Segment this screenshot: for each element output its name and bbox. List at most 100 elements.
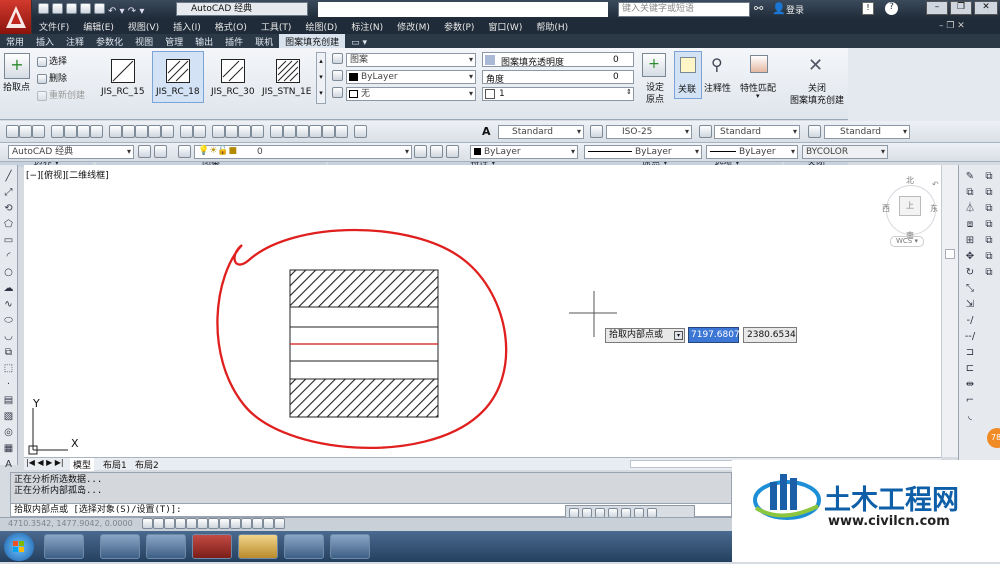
- start-button[interactable]: [4, 533, 34, 561]
- recreate-button[interactable]: 重新创建: [37, 88, 85, 101]
- sheet-set-icon[interactable]: [309, 125, 322, 138]
- calc-icon[interactable]: [335, 125, 348, 138]
- break-at-point-icon[interactable]: ⇹: [961, 377, 979, 393]
- line-icon[interactable]: ╱: [2, 169, 15, 185]
- taskbar-app-autocad[interactable]: [192, 534, 232, 559]
- select-button[interactable]: 选择: [37, 54, 67, 67]
- erase-icon[interactable]: ✎: [961, 169, 979, 185]
- fillet-icon[interactable]: ◟: [961, 409, 979, 425]
- hatch-type-dropdown[interactable]: 图案: [332, 53, 476, 67]
- plotstyle-control-dropdown[interactable]: BYCOLOR: [802, 145, 888, 159]
- login-button[interactable]: 登录: [786, 3, 804, 16]
- taskbar-app-tiles[interactable]: [146, 534, 186, 559]
- grid-icon[interactable]: [153, 518, 164, 529]
- zoom-realtime-icon[interactable]: [225, 125, 238, 138]
- open-icon[interactable]: [52, 3, 63, 14]
- pan-icon[interactable]: [212, 125, 225, 138]
- close-window-button[interactable]: ✕: [974, 1, 998, 15]
- dim-style-dropdown[interactable]: ISO-25: [606, 125, 692, 139]
- undo-icon[interactable]: ↶ ▾ ↷ ▾: [108, 6, 144, 17]
- tpy-icon[interactable]: [252, 518, 263, 529]
- menu-dimension[interactable]: 标注(N): [344, 19, 390, 34]
- text-style-dropdown[interactable]: Standard: [498, 125, 584, 139]
- user-icon[interactable]: 👤: [772, 2, 786, 15]
- menu-tools[interactable]: 工具(T): [254, 19, 299, 34]
- exchange-icon[interactable]: !: [862, 2, 874, 15]
- taskbar-app-paint[interactable]: [330, 534, 370, 559]
- restore-button[interactable]: ❐: [950, 1, 972, 15]
- pattern-jis-rc-30[interactable]: JIS_RC_30: [206, 51, 260, 103]
- redo-icon[interactable]: [193, 125, 206, 138]
- minimize-button[interactable]: –: [926, 1, 948, 15]
- tab-online[interactable]: 联机: [249, 34, 279, 49]
- markup-icon[interactable]: [322, 125, 335, 138]
- move-icon[interactable]: ✥: [961, 249, 979, 265]
- tab-parametric[interactable]: 参数化: [90, 34, 129, 49]
- arc-icon[interactable]: ◜: [2, 249, 15, 265]
- pick-point-label[interactable]: 拾取点: [3, 80, 30, 93]
- otrack-icon[interactable]: [208, 518, 219, 529]
- stretch-icon[interactable]: ⇲: [961, 297, 979, 313]
- workspace-toolbar-dropdown[interactable]: AutoCAD 经典: [8, 145, 134, 159]
- new-icon[interactable]: [6, 125, 19, 138]
- menu-edit[interactable]: 编辑(E): [76, 19, 121, 34]
- spline-icon[interactable]: ∿: [2, 297, 15, 313]
- trim-icon[interactable]: -/: [961, 313, 979, 329]
- save-icon[interactable]: [32, 125, 45, 138]
- table-style-dropdown[interactable]: Standard: [714, 125, 800, 139]
- region-icon[interactable]: ◎: [2, 425, 15, 441]
- polyline-icon[interactable]: ⟲: [2, 201, 15, 217]
- osnap-icon[interactable]: [186, 518, 197, 529]
- mirror-icon[interactable]: ⏃: [961, 201, 979, 217]
- hatch-back-icon[interactable]: ⧉: [981, 265, 997, 281]
- transparency-field[interactable]: 图案填充透明度 0: [482, 52, 634, 68]
- application-menu-button[interactable]: [0, 0, 32, 34]
- gallery-scroll[interactable]: ▴ ▾ ▾: [316, 52, 326, 104]
- undo-icon[interactable]: [180, 125, 193, 138]
- zoom-window-icon[interactable]: [238, 125, 251, 138]
- remove-button[interactable]: 删除: [37, 71, 67, 84]
- tab-home[interactable]: 常用: [0, 34, 30, 49]
- 3d-print-icon[interactable]: [90, 125, 103, 138]
- lwt-icon[interactable]: [241, 518, 252, 529]
- ducs-icon[interactable]: [219, 518, 230, 529]
- taskbar-app-360[interactable]: [44, 534, 84, 559]
- preview-icon[interactable]: [64, 125, 77, 138]
- menu-draw[interactable]: 绘图(D): [298, 19, 344, 34]
- tab-annotate[interactable]: 注释: [60, 34, 90, 49]
- construction-line-icon[interactable]: ⤢: [2, 185, 15, 201]
- save-icon[interactable]: [66, 3, 77, 14]
- text-front-icon[interactable]: ⧉: [981, 249, 997, 265]
- rectangle-icon[interactable]: ▭: [2, 233, 15, 249]
- set-origin-icon[interactable]: +: [642, 53, 666, 77]
- workspace-dropdown[interactable]: AutoCAD 经典: [176, 2, 308, 16]
- tab-insert[interactable]: 插入: [30, 34, 60, 49]
- workspace-settings-icon[interactable]: [138, 145, 151, 158]
- cut-icon[interactable]: [109, 125, 122, 138]
- dynamic-input-x[interactable]: 7197.6807: [688, 327, 740, 343]
- binoculars-icon[interactable]: ⚯: [754, 2, 763, 15]
- hatch-icon[interactable]: ▤: [2, 393, 15, 409]
- circle-icon[interactable]: ○: [2, 265, 15, 281]
- dyn-icon[interactable]: [230, 518, 241, 529]
- point-icon[interactable]: ·: [2, 377, 15, 393]
- 3d-osnap-icon[interactable]: [197, 518, 208, 529]
- zoom-previous-icon[interactable]: [251, 125, 264, 138]
- scale-spinner[interactable]: ⇕: [626, 88, 632, 96]
- bring-above-icon[interactable]: ⧉: [981, 217, 997, 233]
- tab-layout2[interactable]: 布局2: [132, 458, 162, 471]
- offset-icon[interactable]: ⧈: [961, 217, 979, 233]
- gradient-icon[interactable]: ▧: [2, 409, 15, 425]
- tab-output[interactable]: 输出: [189, 34, 219, 49]
- rotate-icon[interactable]: ↶: [932, 180, 939, 189]
- polygon-icon[interactable]: ⬠: [2, 217, 15, 233]
- copy-icon[interactable]: [122, 125, 135, 138]
- make-block-icon[interactable]: ⬚: [2, 361, 15, 377]
- chamfer-icon[interactable]: ⌐: [961, 393, 979, 409]
- menu-insert[interactable]: 插入(I): [166, 19, 208, 34]
- send-under-icon[interactable]: ⧉: [981, 233, 997, 249]
- scale-object-icon[interactable]: ⤡: [961, 281, 979, 297]
- pattern-jis-rc-18[interactable]: JIS_RC_18: [152, 51, 204, 103]
- polar-icon[interactable]: [175, 518, 186, 529]
- associative-button[interactable]: 关联: [674, 51, 702, 99]
